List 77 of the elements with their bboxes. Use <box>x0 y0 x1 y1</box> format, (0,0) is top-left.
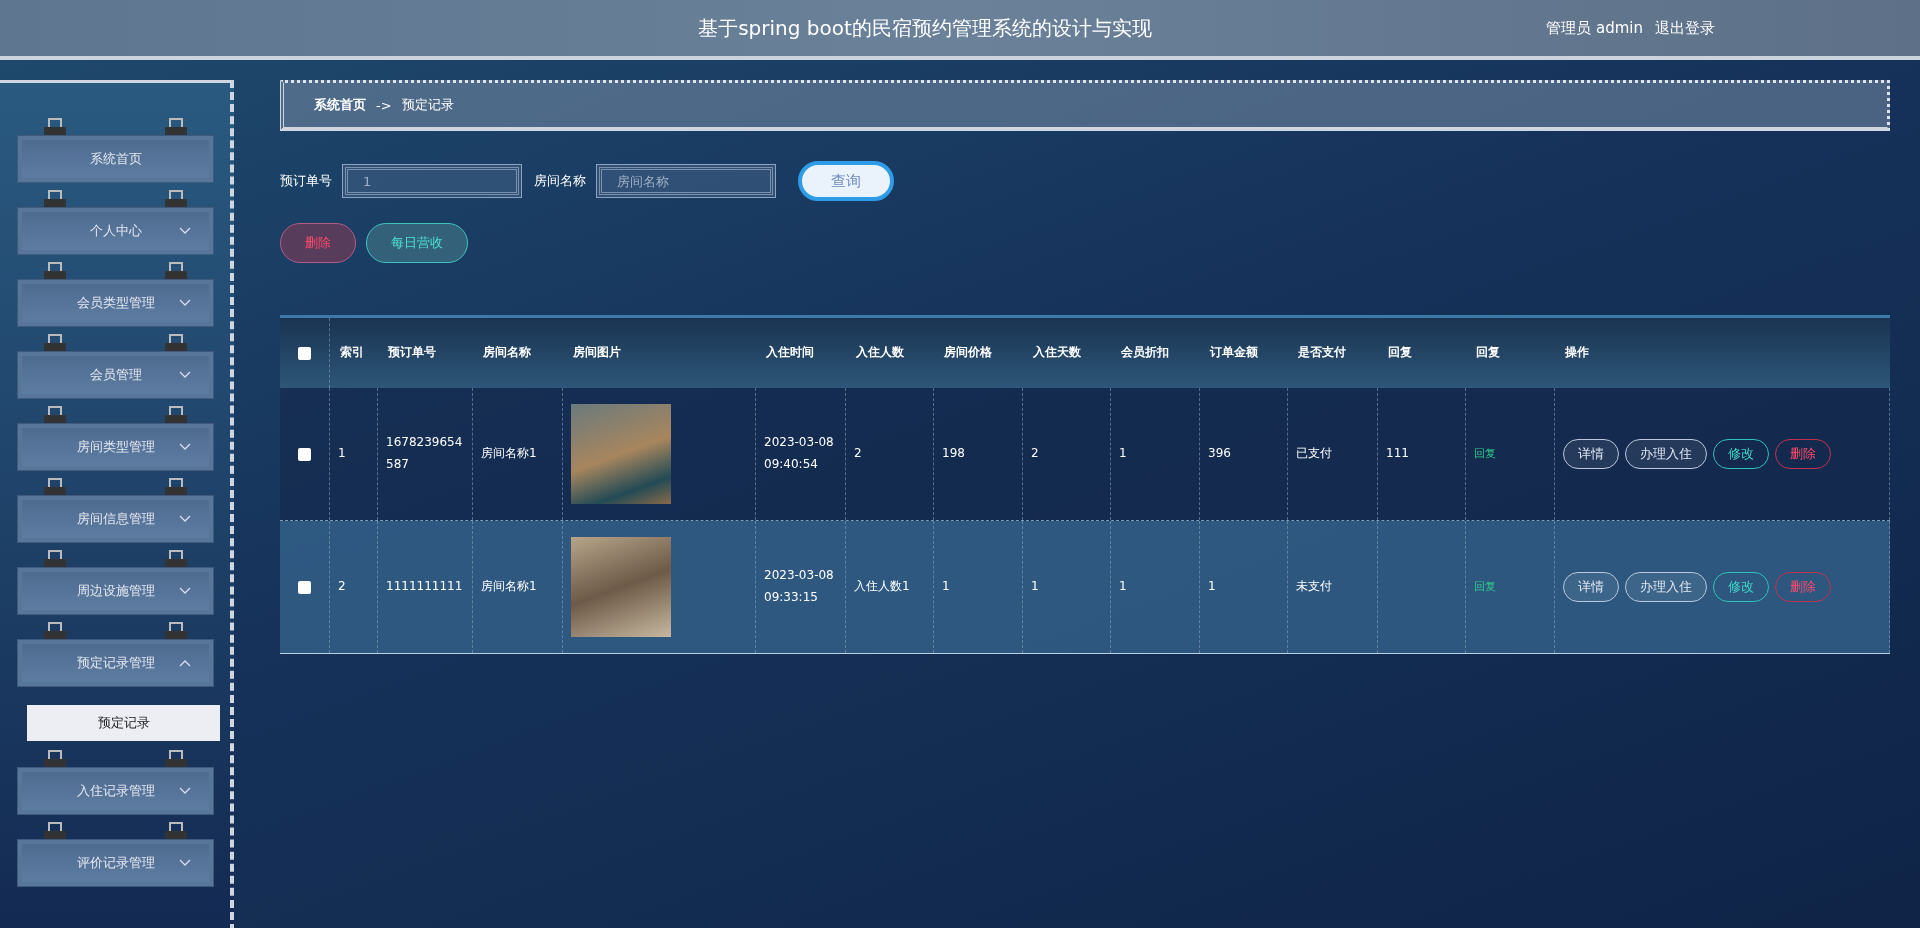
menu-item[interactable]: 系统首页 <box>17 135 214 183</box>
chevron-down-icon <box>179 515 191 523</box>
field-label: 房间名称 <box>534 172 586 190</box>
table-cell-text: 1 <box>1208 578 1216 596</box>
table-cell-text: 1111111111 <box>386 578 463 596</box>
table-cell-text: 2 <box>338 578 346 596</box>
menu-item[interactable]: 评价记录管理 <box>17 839 214 887</box>
chevron-down-icon <box>179 587 191 595</box>
column-header: 房间图片 <box>572 344 622 362</box>
chevron-up-icon <box>179 659 191 667</box>
table-cell-text: 房间名称1 <box>481 578 537 596</box>
delete-button[interactable]: 删除 <box>280 223 356 263</box>
action-button[interactable]: 办理入住 <box>1625 572 1707 602</box>
table-cell-text: 198 <box>942 445 965 463</box>
breadcrumb-item[interactable]: 系统首页 <box>314 96 366 114</box>
table-cell-text: 1 <box>1119 445 1127 463</box>
table-cell-text: 1678239654587 <box>386 434 464 473</box>
action-button[interactable]: 详情 <box>1563 572 1619 602</box>
column-header: 入住时间 <box>765 344 815 362</box>
column-header: 回复 <box>1475 344 1501 362</box>
column-header: 订单金额 <box>1208 344 1259 362</box>
select-all-checkbox[interactable] <box>298 346 311 360</box>
action-button[interactable]: 详情 <box>1563 439 1619 469</box>
menu-item[interactable]: 会员管理 <box>17 351 214 399</box>
table-cell-text: 1 <box>942 578 950 596</box>
column-header: 是否支付 <box>1297 344 1347 362</box>
logout-link[interactable]: 退出登录 <box>1655 18 1715 38</box>
action-button[interactable]: 办理入住 <box>1625 439 1707 469</box>
table-cell-text: 2 <box>1031 445 1039 463</box>
table-cell-text: 房间名称1 <box>481 445 537 463</box>
row-checkbox[interactable] <box>298 447 311 461</box>
column-header: 索引 <box>339 344 365 362</box>
menu-item[interactable]: 预定记录管理 <box>17 639 214 687</box>
table-cell-text: 2 <box>854 445 862 463</box>
table-cell-text: 未支付 <box>1296 578 1332 596</box>
chevron-down-icon <box>179 859 191 867</box>
menu-item[interactable]: 个人中心 <box>17 207 214 255</box>
row-checkbox[interactable] <box>298 580 311 594</box>
user-label: 管理员 admin <box>1546 18 1643 38</box>
table-cell-text: 已支付 <box>1296 445 1332 463</box>
submenu-item[interactable]: 预定记录 <box>27 705 220 741</box>
table-cell-text: 396 <box>1208 445 1231 463</box>
menu-item[interactable]: 房间类型管理 <box>17 423 214 471</box>
table-cell-text: 2023-03-08 09:40:54 <box>764 434 835 473</box>
table-cell-text: 111 <box>1386 445 1409 463</box>
column-header: 回复 <box>1387 344 1413 362</box>
column-header: 房间名称 <box>482 344 532 362</box>
column-header: 操作 <box>1564 344 1590 362</box>
reply-link[interactable]: 回复 <box>1474 577 1496 597</box>
breadcrumb-item: 预定记录 <box>401 96 454 114</box>
table-cell-text: 1 <box>1119 578 1127 596</box>
action-button[interactable]: 每日营收 <box>366 223 468 263</box>
search-field[interactable]: 房间名称 <box>596 164 776 198</box>
column-header: 入住人数 <box>855 344 905 362</box>
table-cell-text: 2023-03-08 09:33:15 <box>764 567 835 606</box>
column-header: 房间价格 <box>943 344 993 362</box>
breadcrumb-separator: -> <box>376 97 392 113</box>
table-cell-text: 入住人数1 <box>854 578 910 596</box>
menu-item[interactable]: 会员类型管理 <box>17 279 214 327</box>
search-field[interactable]: 1 <box>342 164 522 198</box>
field-label: 预订单号 <box>280 172 332 190</box>
chevron-down-icon <box>179 371 191 379</box>
chevron-down-icon <box>179 787 191 795</box>
table-cell-text: 1 <box>338 445 346 463</box>
app-title: 基于spring boot的民宿预约管理系统的设计与实现 <box>698 14 1152 42</box>
chevron-down-icon <box>179 227 191 235</box>
menu-item[interactable]: 房间信息管理 <box>17 495 214 543</box>
reply-link[interactable]: 回复 <box>1474 444 1496 464</box>
search-button[interactable]: 查询 <box>798 161 894 201</box>
column-header: 预订单号 <box>387 344 437 362</box>
column-header: 会员折扣 <box>1120 344 1170 362</box>
chevron-down-icon <box>179 299 191 307</box>
menu-item[interactable]: 周边设施管理 <box>17 567 214 615</box>
chevron-down-icon <box>179 443 191 451</box>
menu-item[interactable]: 入住记录管理 <box>17 767 214 815</box>
table-cell-text: 1 <box>1031 578 1039 596</box>
column-header: 入住天数 <box>1032 344 1082 362</box>
